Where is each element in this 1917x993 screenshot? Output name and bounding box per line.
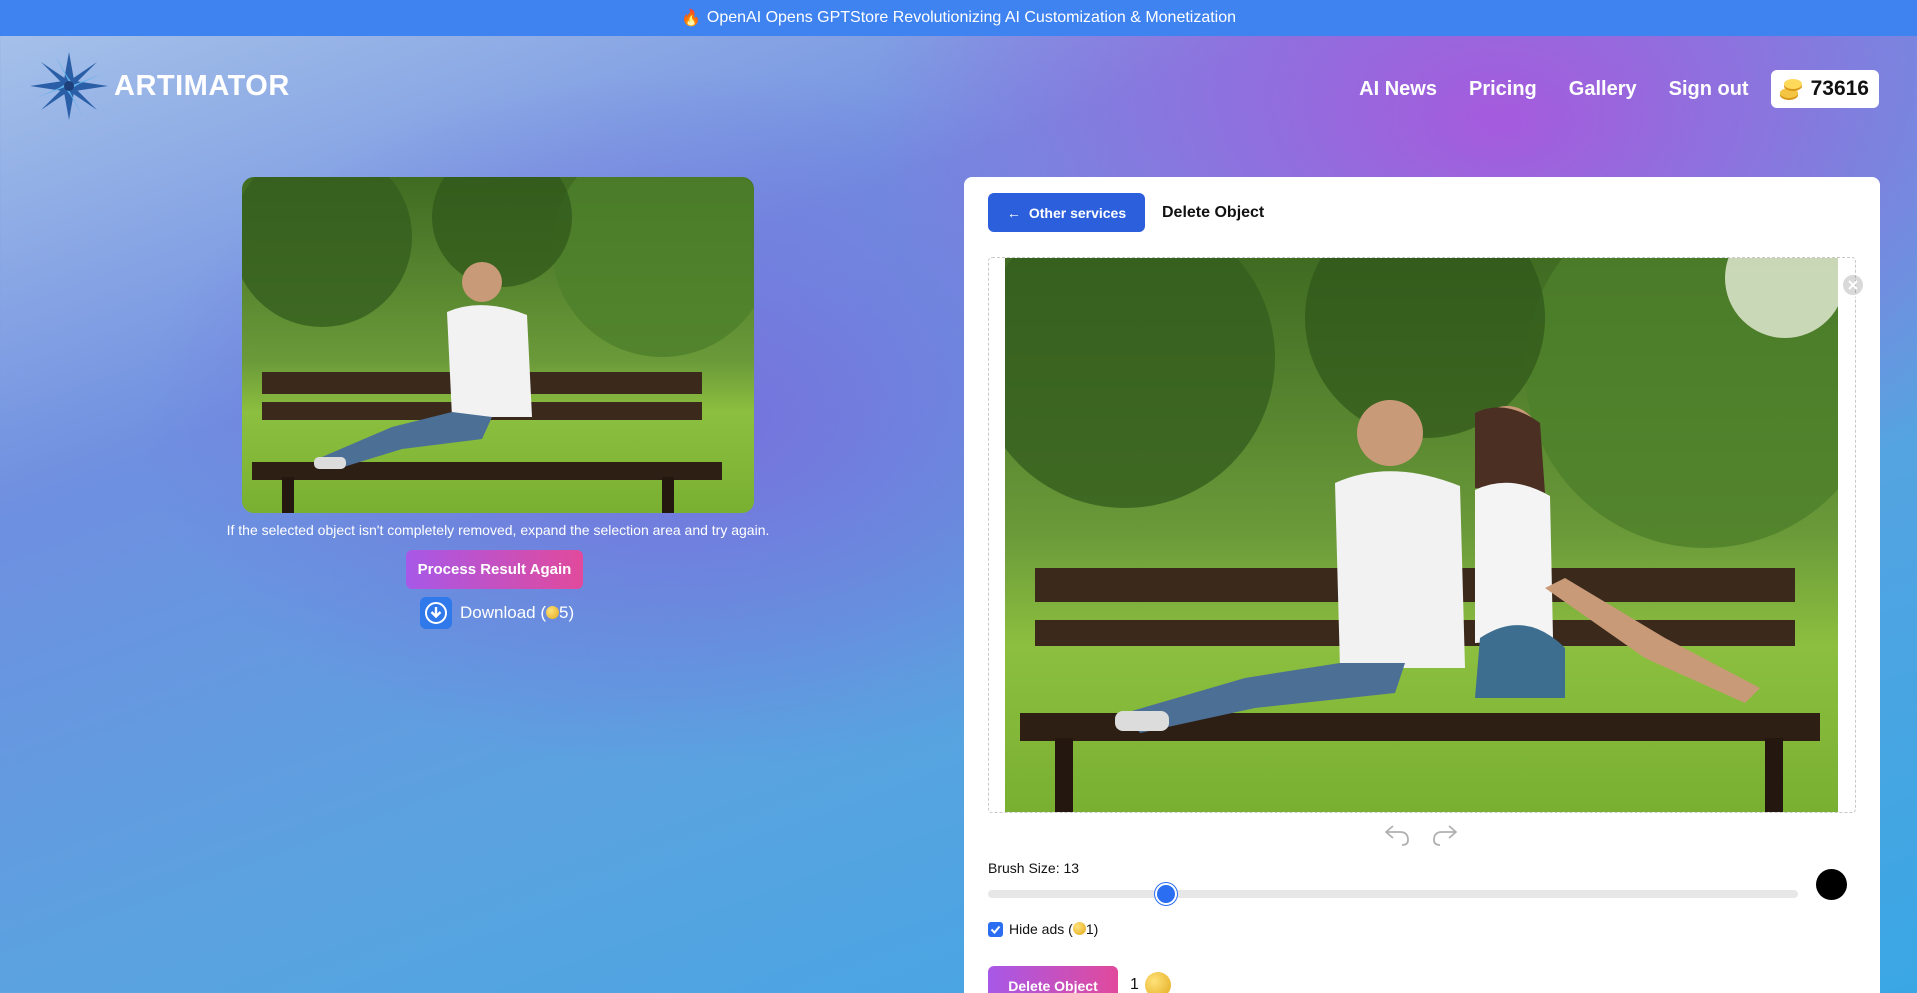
download-suffix: ): [568, 603, 575, 622]
coin-balance[interactable]: 73616: [1770, 70, 1879, 108]
panel-title: Delete Object: [1162, 204, 1265, 221]
coin-icon: [1072, 922, 1086, 935]
coins-icon: [1779, 79, 1802, 100]
clear-image-icon[interactable]: [1840, 272, 1866, 298]
logo-icon: [30, 52, 108, 120]
history-controls: [1382, 819, 1460, 849]
brush-preview: [1816, 869, 1847, 900]
source-photo-placeholder: [1005, 258, 1838, 812]
process-again-button[interactable]: Process Result Again: [406, 550, 583, 589]
download-label: Download (: [460, 603, 546, 622]
logo-text: ARTIMATOR: [114, 69, 290, 102]
hide-ads-option: Hide ads ( 1): [988, 921, 1098, 937]
logo[interactable]: ARTIMATOR: [30, 52, 290, 120]
hide-ads-suffix: ): [1093, 921, 1099, 937]
nav-ai-news[interactable]: AI News: [1359, 78, 1437, 101]
announcement-banner[interactable]: 🔥 OpenAI Opens GPTStore Revolutionizing …: [0, 0, 1917, 36]
nav-gallery[interactable]: Gallery: [1569, 78, 1637, 101]
coin-icon: [1144, 972, 1171, 993]
delete-cost: 1: [1130, 972, 1171, 993]
hide-ads-cost: 1: [1085, 921, 1094, 937]
arrow-left-icon: ←: [1006, 204, 1021, 221]
hide-ads-text: Hide ads (: [1009, 921, 1073, 937]
nav-pricing[interactable]: Pricing: [1469, 78, 1537, 101]
check-icon: [990, 925, 1001, 934]
source-image[interactable]: [1005, 258, 1838, 812]
removal-hint: If the selected object isn't completely …: [226, 522, 770, 538]
hide-ads-label: Hide ads ( 1): [1009, 921, 1098, 937]
mask-canvas[interactable]: [988, 257, 1865, 813]
redo-icon[interactable]: [1430, 819, 1460, 849]
download-icon: [420, 597, 452, 629]
brush-size-slider[interactable]: [988, 890, 1798, 898]
download-button[interactable]: Download (5): [420, 597, 574, 629]
delete-object-button[interactable]: Delete Object: [988, 966, 1118, 993]
coin-count: 73616: [1810, 77, 1869, 100]
delete-cost-value: 1: [1130, 976, 1139, 993]
editor-panel: ← Other services Delete Object Brush Siz…: [964, 177, 1880, 993]
coin-icon: [546, 606, 559, 619]
flame-icon: 🔥: [680, 10, 701, 27]
main-nav: AI News Pricing Gallery Sign out 73616: [1359, 70, 1879, 108]
brush-size-handle[interactable]: [1155, 883, 1178, 905]
undo-icon[interactable]: [1382, 819, 1412, 849]
other-services-label: Other services: [1028, 204, 1127, 221]
brush-size-label: Brush Size: 13: [988, 860, 1080, 876]
result-photo-placeholder: [242, 177, 754, 513]
other-services-button[interactable]: ← Other services: [988, 193, 1145, 232]
banner-text: OpenAI Opens GPTStore Revolutionizing AI…: [706, 9, 1237, 26]
nav-sign-out[interactable]: Sign out: [1669, 78, 1749, 101]
result-image: [242, 177, 754, 513]
hide-ads-checkbox[interactable]: [988, 921, 1003, 937]
